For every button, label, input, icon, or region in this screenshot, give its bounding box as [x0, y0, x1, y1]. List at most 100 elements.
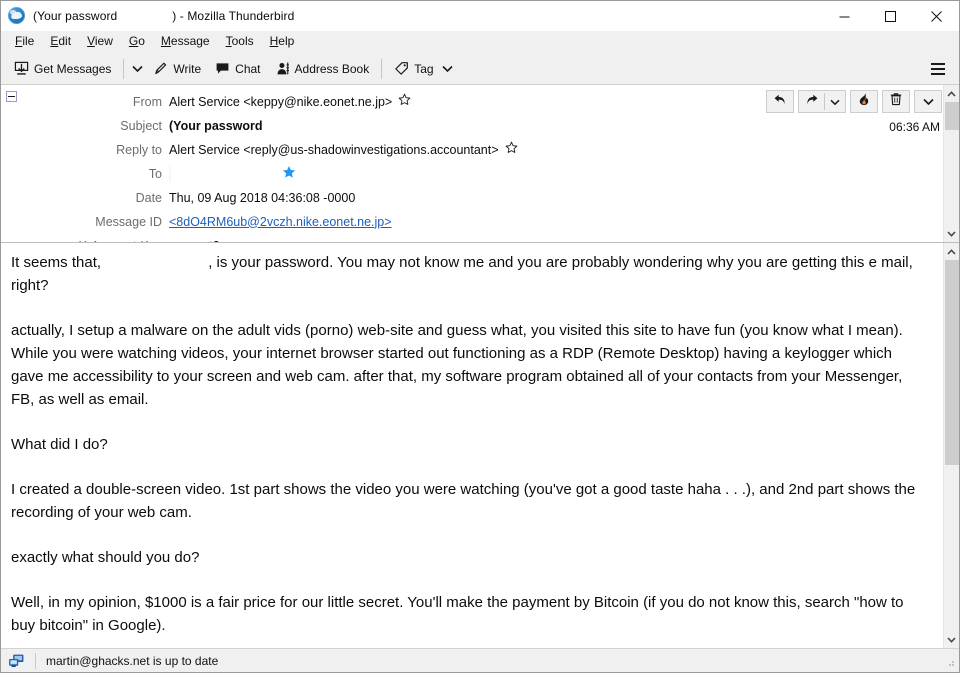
- body-scrollbar-track[interactable]: [943, 260, 959, 631]
- header-actions: 06:36 AM: [766, 90, 942, 134]
- body-paragraph: It seems that, , is your password. You m…: [11, 251, 925, 297]
- header-label-to: To: [148, 166, 162, 181]
- scroll-up-button[interactable]: [943, 85, 959, 102]
- reply-arrow-icon: [773, 93, 787, 111]
- body-scrollbar[interactable]: [943, 243, 959, 648]
- speech-bubble-icon: [215, 61, 230, 76]
- flame-junk-icon: [857, 92, 871, 111]
- chevron-down-icon: [829, 93, 840, 111]
- header-value-reply-to[interactable]: Alert Service <reply@us-shadowinvestigat…: [169, 141, 518, 159]
- header-value-to[interactable]: [169, 165, 296, 184]
- tag-icon: [394, 61, 409, 76]
- network-status-icon: [7, 652, 27, 670]
- address-book-label: Address Book: [294, 61, 370, 76]
- header-action-buttons: [766, 90, 942, 113]
- chat-label: Chat: [235, 61, 261, 76]
- person-book-icon: [275, 61, 290, 76]
- chevron-down-icon: [442, 62, 453, 76]
- star-outline-icon[interactable]: [398, 93, 411, 111]
- reply-to-address: Alert Service <reply@us-shadowinvestigat…: [169, 142, 499, 157]
- status-bar: martin@ghacks.net is up to date: [1, 648, 959, 672]
- header-label-date: Date: [135, 190, 162, 205]
- toolbar-divider: [123, 58, 125, 79]
- header-row-reply-to: Reply to Alert Service <reply@us-shadowi…: [21, 138, 959, 162]
- header-value-from[interactable]: Alert Service <keppy@nike.eonet.ne.jp>: [169, 93, 411, 111]
- header-label-from: From: [132, 94, 162, 109]
- star-filled-icon[interactable]: [282, 165, 296, 184]
- scroll-up-button[interactable]: [943, 243, 959, 260]
- forward-arrow-icon: [805, 93, 819, 111]
- delete-button[interactable]: [882, 90, 910, 113]
- menu-item-tools[interactable]: Tools: [218, 32, 262, 51]
- body-paragraph: I created a double-screen video. 1st par…: [11, 481, 916, 521]
- pencil-icon: [153, 61, 168, 76]
- more-actions-button[interactable]: [914, 90, 942, 113]
- menu-item-view[interactable]: View: [79, 32, 121, 51]
- status-message: martin@ghacks.net is up to date: [46, 653, 219, 668]
- header-label-subject: Subject: [120, 118, 162, 133]
- paragraph-text-before: It seems that,: [11, 254, 106, 271]
- menu-item-go[interactable]: Go: [121, 32, 153, 51]
- header-scrollbar-thumb[interactable]: [944, 102, 959, 130]
- hamburger-menu-icon: [931, 60, 945, 78]
- message-body-wrapper: It seems that, , is your password. You m…: [1, 243, 959, 648]
- forward-dropdown-button[interactable]: [825, 91, 845, 112]
- toolbar-divider-2: [381, 58, 383, 79]
- chevron-down-icon: [922, 93, 934, 111]
- menu-item-help[interactable]: Help: [262, 32, 303, 51]
- forward-button-group: [798, 90, 846, 113]
- menu-item-edit[interactable]: Edit: [42, 32, 79, 51]
- to-redaction: [169, 166, 276, 182]
- write-label: Write: [173, 61, 202, 76]
- thunderbird-window: (Your password ) - Mozilla Thunderbird F…: [0, 0, 960, 673]
- message-time: 06:36 AM: [889, 120, 940, 134]
- body-scrollbar-thumb[interactable]: [944, 260, 959, 465]
- password-redaction: [105, 256, 209, 271]
- menu-item-file[interactable]: File: [7, 32, 42, 51]
- body-paragraph: What did I do?: [11, 436, 108, 453]
- body-paragraph: Well, in my opinion, $1000 is a fair pri…: [11, 594, 904, 634]
- tag-button[interactable]: Tag: [387, 56, 459, 82]
- close-icon[interactable]: [913, 1, 959, 31]
- message-id-link[interactable]: <8dO4RM6ub@2vczh.nike.eonet.ne.jp>: [169, 214, 392, 231]
- header-row-message-id: Message ID <8dO4RM6ub@2vczh.nike.eonet.n…: [21, 210, 959, 234]
- collapse-minus-icon[interactable]: [5, 91, 17, 102]
- write-button[interactable]: Write: [146, 56, 208, 82]
- menu-item-message[interactable]: Message: [153, 32, 218, 51]
- chevron-down-icon: [132, 60, 143, 78]
- get-messages-label: Get Messages: [34, 61, 112, 76]
- body-paragraph: actually, I setup a malware on the adult…: [11, 322, 903, 408]
- body-paragraph: exactly what should you do?: [11, 549, 200, 566]
- chat-button[interactable]: Chat: [208, 56, 267, 82]
- header-twisty-column: [1, 85, 21, 242]
- junk-button[interactable]: [850, 90, 878, 113]
- main-toolbar: Get Messages Write Chat Address Book Tag: [1, 53, 959, 85]
- scroll-down-button[interactable]: [943, 225, 959, 242]
- message-header-pane: From Alert Service <keppy@nike.eonet.ne.…: [1, 85, 959, 243]
- reply-button[interactable]: [766, 90, 794, 113]
- minimize-icon[interactable]: [821, 1, 867, 31]
- get-messages-dropdown-button[interactable]: [129, 56, 146, 82]
- subject-redaction: [268, 118, 374, 134]
- header-row-x-account-key: X-Account-Key account2: [21, 234, 959, 243]
- header-row-date: Date Thu, 09 Aug 2018 04:36:08 -0000: [21, 186, 959, 210]
- get-messages-button[interactable]: Get Messages: [7, 56, 118, 82]
- header-label-message-id: Message ID: [95, 214, 162, 229]
- scroll-down-button[interactable]: [943, 631, 959, 648]
- forward-button[interactable]: [800, 91, 824, 112]
- trash-icon: [889, 92, 903, 111]
- header-scrollbar[interactable]: [943, 85, 959, 242]
- header-value-date: Thu, 09 Aug 2018 04:36:08 -0000: [169, 190, 356, 205]
- header-label-reply-to: Reply to: [116, 142, 162, 157]
- header-value-message-id[interactable]: <8dO4RM6ub@2vczh.nike.eonet.ne.jp>: [169, 214, 392, 231]
- message-body: It seems that, , is your password. You m…: [1, 243, 943, 648]
- download-mail-icon: [14, 61, 29, 76]
- subject-text: (Your password: [169, 118, 263, 133]
- resize-grip-icon[interactable]: [944, 655, 956, 667]
- star-outline-icon[interactable]: [505, 141, 518, 159]
- maximize-icon[interactable]: [867, 1, 913, 31]
- from-address: Alert Service <keppy@nike.eonet.ne.jp>: [169, 94, 393, 109]
- address-book-button[interactable]: Address Book: [268, 56, 377, 82]
- app-menu-button[interactable]: [925, 56, 951, 82]
- header-scrollbar-track[interactable]: [943, 102, 959, 225]
